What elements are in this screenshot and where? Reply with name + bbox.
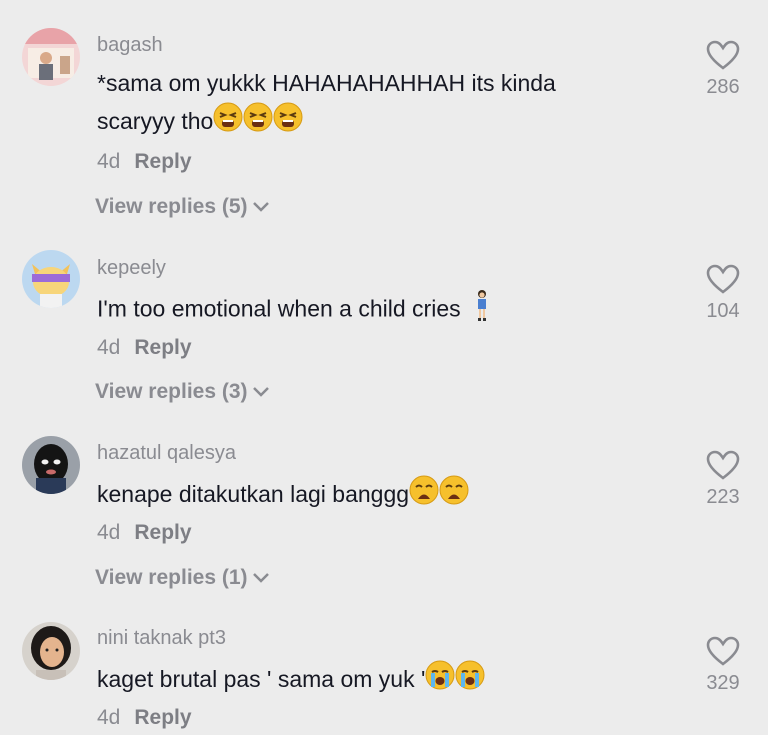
like-count: 223 <box>706 486 740 508</box>
comment-text-segment: kaget brutal pas ' sama om yuk ' <box>97 666 426 692</box>
like-button[interactable]: 223 <box>698 450 748 509</box>
comment-text: I'm too emotional when a child cries <box>97 289 657 332</box>
weary-face-emoji-icon <box>409 475 439 516</box>
comment-meta: 4d Reply <box>97 150 192 174</box>
weary-face-emoji-icon <box>439 475 469 516</box>
like-count: 286 <box>706 76 740 98</box>
avatar[interactable] <box>22 436 80 494</box>
like-button[interactable]: 104 <box>698 264 748 323</box>
avatar[interactable] <box>22 622 80 680</box>
comment-time: 4d <box>97 336 121 359</box>
like-button[interactable]: 286 <box>698 40 748 99</box>
heart-icon <box>706 636 740 666</box>
comment-text-line: *sama om yukkk HAHAHAHAHHAH its kinda <box>97 70 556 96</box>
view-replies-button[interactable]: View replies (5) <box>95 195 270 219</box>
heart-icon <box>706 264 740 294</box>
view-replies-button[interactable]: View replies (3) <box>95 380 270 404</box>
comment-text-line: scaryyy tho <box>97 102 657 143</box>
avatar[interactable] <box>22 28 80 86</box>
reply-button[interactable]: Reply <box>134 706 191 729</box>
reply-button[interactable]: Reply <box>134 336 191 359</box>
comment-time: 4d <box>97 150 121 173</box>
comment-username[interactable]: hazatul qalesya <box>97 442 236 465</box>
view-replies-button[interactable]: View replies (1) <box>95 566 270 590</box>
heart-icon <box>706 450 740 480</box>
like-count: 104 <box>706 300 740 322</box>
tired-face-emoji-icon <box>213 102 243 143</box>
like-count: 329 <box>706 672 740 694</box>
crying-face-emoji-icon <box>425 660 455 701</box>
comment-username[interactable]: bagash <box>97 34 163 57</box>
girl-standing-emoji-icon <box>475 289 489 332</box>
comment-text-segment: kenape ditakutkan lagi banggg <box>97 481 410 507</box>
heart-icon <box>706 40 740 70</box>
view-replies-label: View replies (5) <box>95 195 248 218</box>
avatar[interactable] <box>22 250 80 308</box>
view-replies-label: View replies (1) <box>95 566 248 589</box>
reply-button[interactable]: Reply <box>134 150 191 173</box>
comment-time: 4d <box>97 521 121 544</box>
comment-username[interactable]: kepeely <box>97 257 166 280</box>
comment-username[interactable]: nini taknak pt3 <box>97 627 226 650</box>
tired-face-emoji-icon <box>273 102 303 143</box>
comment-meta: 4d Reply <box>97 706 192 730</box>
chevron-down-icon <box>252 573 269 584</box>
comment-time: 4d <box>97 706 121 729</box>
chevron-down-icon <box>252 387 269 398</box>
comment-meta: 4d Reply <box>97 336 192 360</box>
comment-text: kenape ditakutkan lagi banggg <box>97 475 657 516</box>
view-replies-label: View replies (3) <box>95 380 248 403</box>
comment-text: kaget brutal pas ' sama om yuk ' <box>97 660 657 701</box>
crying-face-emoji-icon <box>455 660 485 701</box>
tired-face-emoji-icon <box>243 102 273 143</box>
comment-meta: 4d Reply <box>97 521 192 545</box>
comment-text-segment: I'm too emotional when a child cries <box>97 295 461 322</box>
comment-text-segment: scaryyy tho <box>97 108 214 134</box>
like-button[interactable]: 329 <box>698 636 748 695</box>
chevron-down-icon <box>252 202 269 213</box>
comment-text: *sama om yukkk HAHAHAHAHHAH its kinda sc… <box>97 64 657 143</box>
reply-button[interactable]: Reply <box>134 521 191 544</box>
